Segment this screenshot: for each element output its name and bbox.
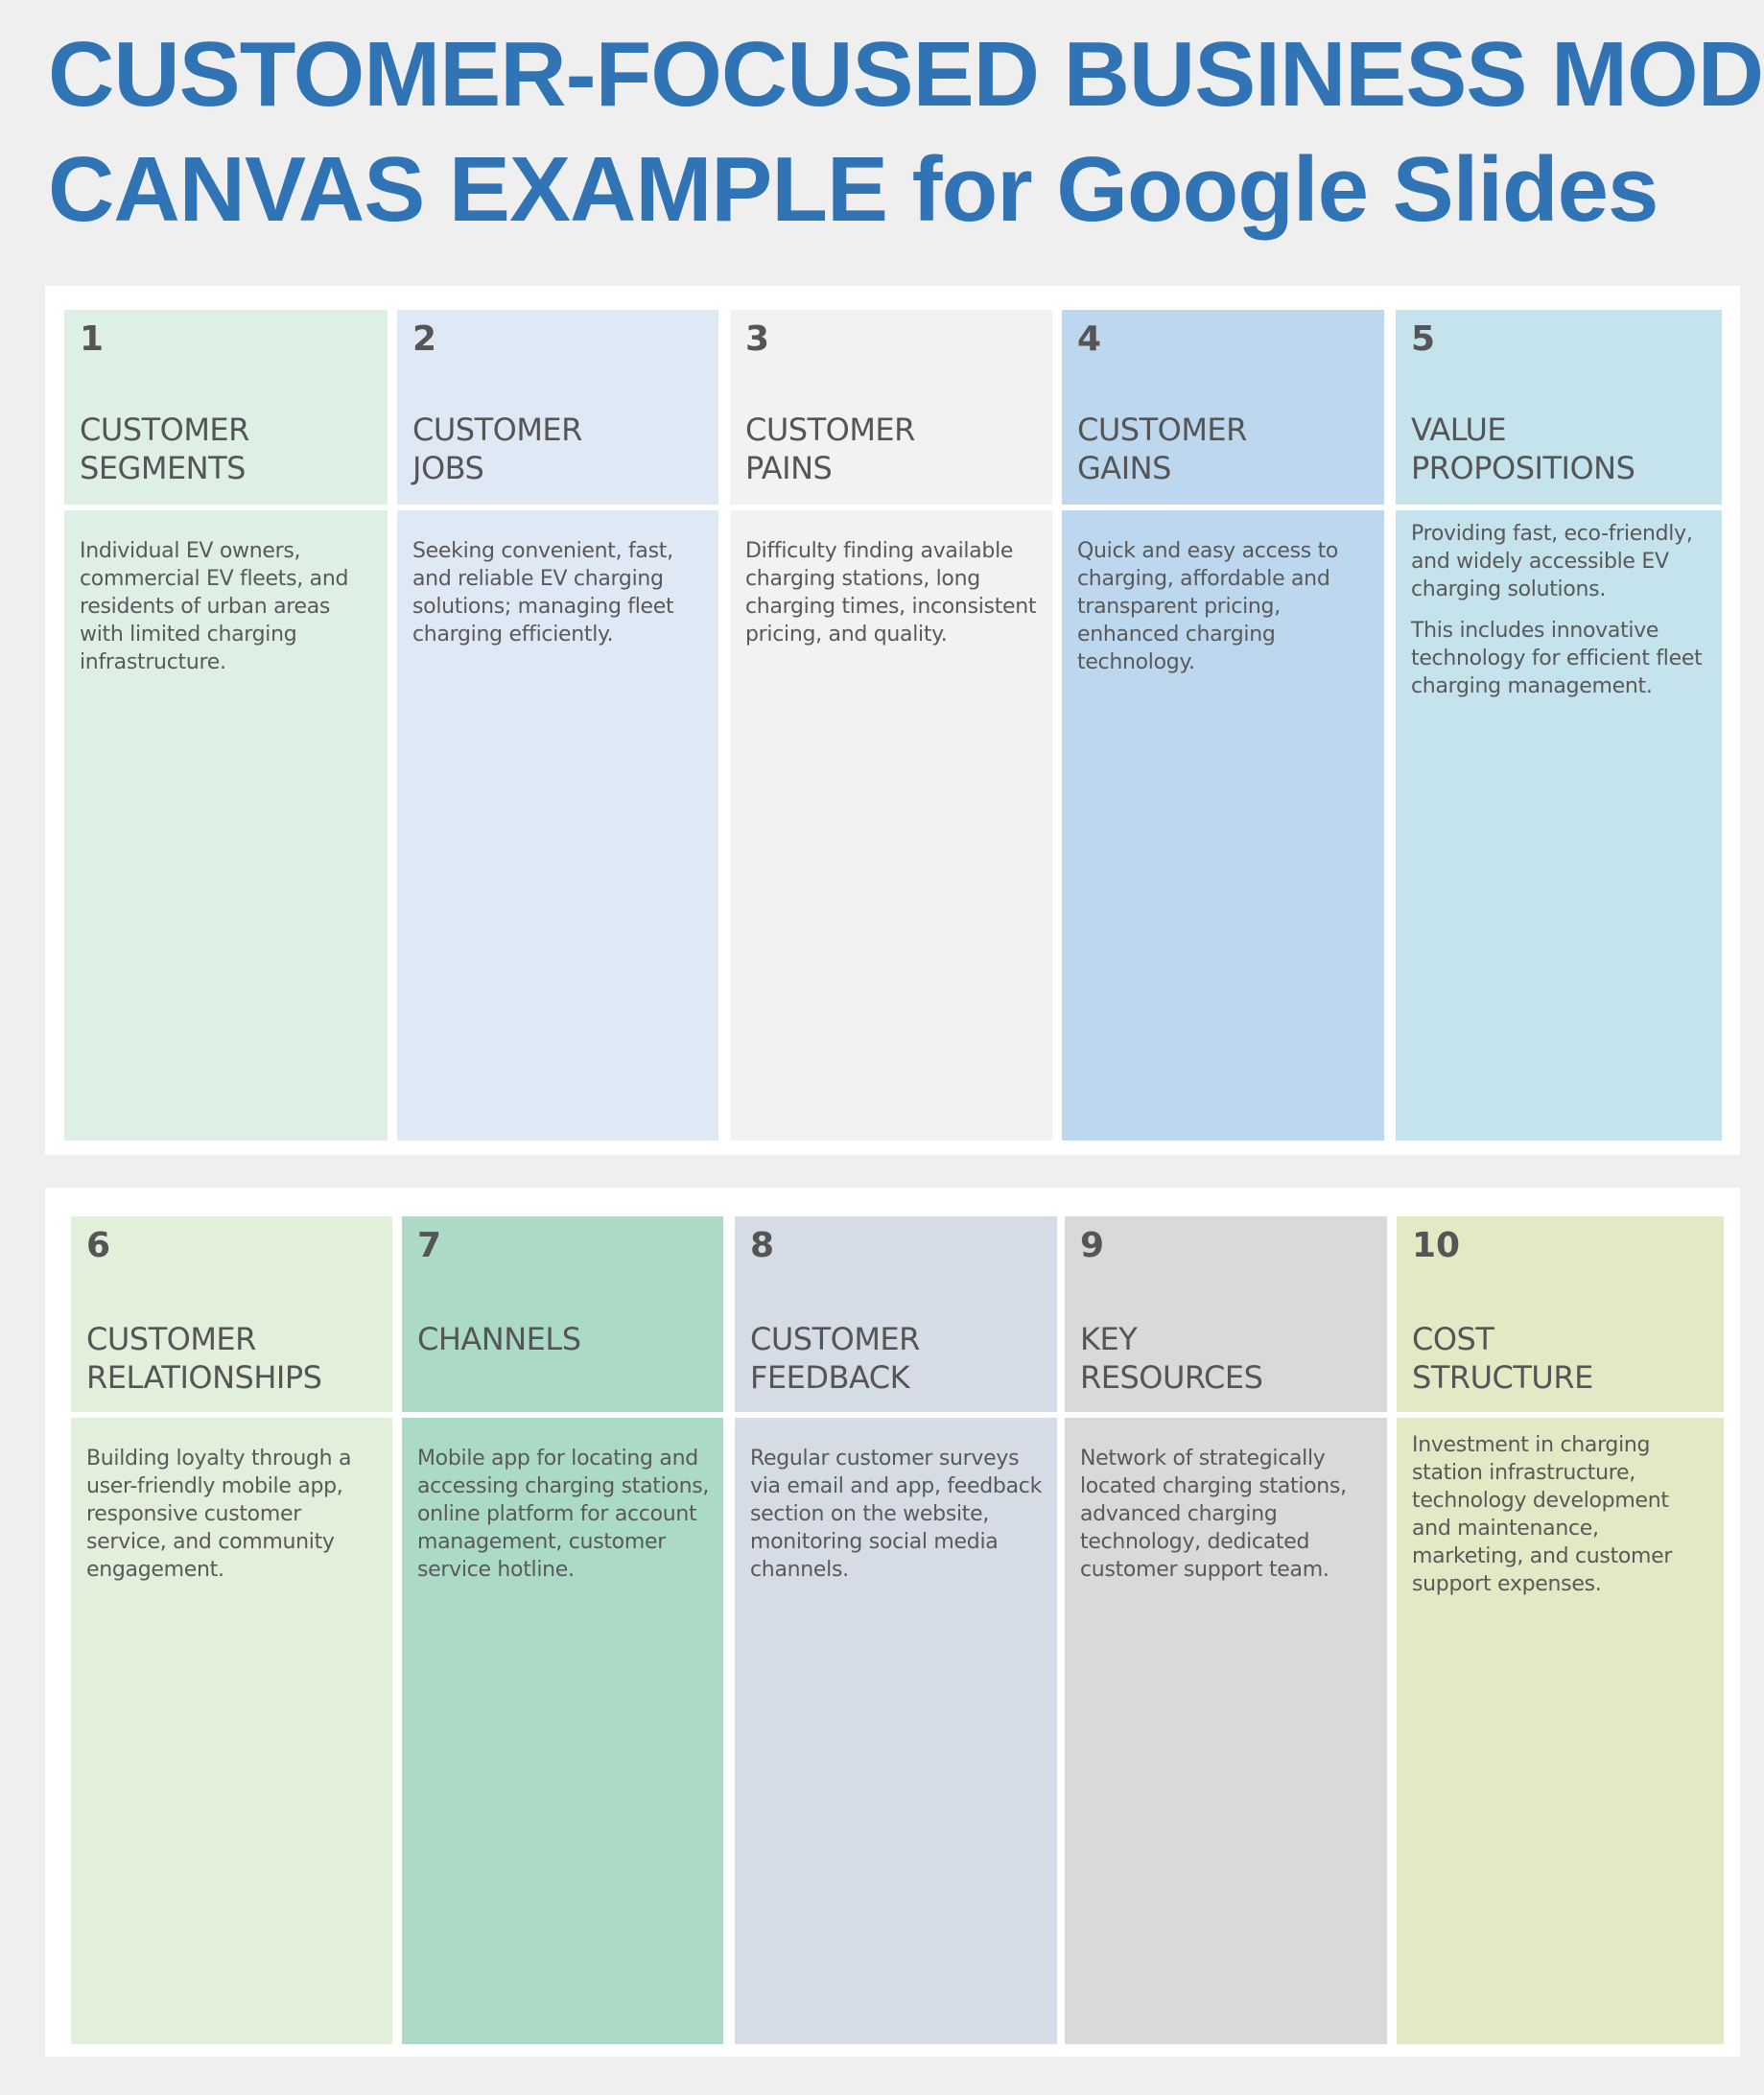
canvas-block-customer-pains: 3 CUSTOMER PAINS Difficulty finding availab… [730, 310, 1052, 1141]
block-title-line: CUSTOMER [750, 1321, 920, 1357]
block-body: Difficulty finding available charging st… [730, 510, 1052, 1141]
block-title-line [417, 1358, 581, 1397]
block-number: 4 [1077, 319, 1102, 359]
block-title-line: CUSTOMER [412, 412, 582, 448]
block-title: CUSTOMER PAINS [745, 411, 915, 487]
block-title-line: CUSTOMER [86, 1321, 256, 1357]
page-title-line-2: CANVAS EXAMPLE for Google Slides [48, 138, 1658, 241]
block-title-line: STRUCTURE [1412, 1359, 1593, 1396]
block-description-paragraph: This includes innovative technology for … [1411, 619, 1703, 698]
block-header: 3 CUSTOMER PAINS [730, 310, 1052, 505]
block-title-line: JOBS [412, 450, 484, 486]
block-description: Individual EV owners, commercial EV flee… [80, 537, 376, 690]
block-number: 3 [745, 319, 770, 359]
block-description-paragraph: Network of strategically located chargin… [1080, 1447, 1347, 1582]
canvas-block-customer-gains: 4 CUSTOMER GAINS Quick and easy access to c… [1062, 310, 1384, 1141]
block-title-line: RESOURCES [1080, 1359, 1263, 1396]
block-title: KEY RESOURCES [1080, 1320, 1263, 1397]
block-title-line: VALUE [1411, 412, 1507, 448]
block-number: 8 [750, 1226, 775, 1265]
canvas-block-customer-jobs: 2 CUSTOMER JOBS Seeking convenient, fast, a… [397, 310, 718, 1141]
block-title-line: CHANNELS [417, 1321, 581, 1357]
block-title: CUSTOMER GAINS [1077, 411, 1247, 487]
block-title: COST STRUCTURE [1412, 1320, 1593, 1397]
block-description-paragraph: Regular customer surveys via email and a… [750, 1447, 1043, 1582]
block-title: CUSTOMER JOBS [412, 411, 582, 487]
canvas-block-value-propositions: 5 VALUE PROPOSITIONS Providing fast, eco-fr… [1396, 310, 1722, 1141]
block-number: 1 [80, 319, 105, 359]
block-body: Regular customer surveys via email and a… [735, 1418, 1057, 2044]
block-title-line: GAINS [1077, 450, 1171, 486]
block-number: 5 [1411, 319, 1436, 359]
block-title: VALUE PROPOSITIONS [1411, 411, 1635, 487]
canvas-block-channels: 7 CHANNELS Mobile app for locating and ac… [402, 1216, 723, 2044]
block-title-line: PAINS [745, 450, 833, 486]
block-description: Investment in charging station infrastru… [1412, 1431, 1712, 1612]
block-header: 8 CUSTOMER FEEDBACK [735, 1216, 1057, 1412]
block-header: 7 CHANNELS [402, 1216, 723, 1412]
block-body: Investment in charging station infrastru… [1397, 1418, 1724, 2044]
block-description-paragraph: Difficulty finding available charging st… [745, 539, 1037, 647]
block-description-paragraph: Providing fast, eco-friendly, and widely… [1411, 522, 1693, 601]
canvas-block-customer-segments: 1 CUSTOMER SEGMENTS Individual EV owners, c… [64, 310, 388, 1141]
block-title: CHANNELS [417, 1320, 581, 1397]
block-description-paragraph: Investment in charging station infrastru… [1412, 1433, 1673, 1596]
block-body: Network of strategically located chargin… [1065, 1418, 1387, 2044]
block-number: 7 [417, 1226, 442, 1265]
block-body: Providing fast, eco-friendly, and widely… [1396, 510, 1722, 1141]
block-body: Mobile app for locating and accessing ch… [402, 1418, 723, 2044]
block-title-line: PROPOSITIONS [1411, 450, 1635, 486]
block-title-line: COST [1412, 1321, 1494, 1357]
block-description-paragraph: Building loyalty through a user-friendly… [86, 1447, 352, 1582]
block-body: Quick and easy access to charging, affor… [1062, 510, 1384, 1141]
block-body: Individual EV owners, commercial EV flee… [64, 510, 388, 1141]
block-header: 6 CUSTOMER RELATIONSHIPS [71, 1216, 392, 1412]
block-description: Providing fast, eco-friendly, and widely… [1411, 520, 1710, 714]
block-title-line: SEGMENTS [80, 450, 246, 486]
block-title: CUSTOMER SEGMENTS [80, 411, 249, 487]
block-header: 9 KEY RESOURCES [1065, 1216, 1387, 1412]
canvas-block-cost-structure: 10 COST STRUCTURE Investment in charging st… [1397, 1216, 1724, 2044]
block-description: Network of strategically located chargin… [1080, 1445, 1376, 1597]
block-description-paragraph: Individual EV owners, commercial EV flee… [80, 539, 349, 674]
block-description: Quick and easy access to charging, affor… [1077, 537, 1373, 690]
block-body: Seeking convenient, fast, and reliable E… [397, 510, 718, 1141]
block-header: 10 COST STRUCTURE [1397, 1216, 1724, 1412]
block-description-paragraph: Seeking convenient, fast, and reliable E… [412, 539, 674, 647]
canvas-block-customer-feedback: 8 CUSTOMER FEEDBACK Regular customer survey… [735, 1216, 1057, 2044]
block-header: 4 CUSTOMER GAINS [1062, 310, 1384, 505]
block-title-line: RELATIONSHIPS [86, 1359, 322, 1396]
block-number: 9 [1080, 1226, 1105, 1265]
block-description: Seeking convenient, fast, and reliable E… [412, 537, 707, 662]
block-title-line: CUSTOMER [80, 412, 249, 448]
block-number: 6 [86, 1226, 111, 1265]
block-description: Regular customer surveys via email and a… [750, 1445, 1046, 1597]
block-description: Mobile app for locating and accessing ch… [417, 1445, 712, 1597]
block-number: 10 [1412, 1226, 1461, 1265]
block-description: Difficulty finding available charging st… [745, 537, 1041, 662]
block-header: 5 VALUE PROPOSITIONS [1396, 310, 1722, 505]
block-description-paragraph: Mobile app for locating and accessing ch… [417, 1447, 710, 1582]
block-title: CUSTOMER FEEDBACK [750, 1320, 920, 1397]
block-body: Building loyalty through a user-friendly… [71, 1418, 392, 2044]
block-title-line: CUSTOMER [1077, 412, 1247, 448]
block-header: 2 CUSTOMER JOBS [397, 310, 718, 505]
block-header: 1 CUSTOMER SEGMENTS [64, 310, 388, 505]
block-title-line: FEEDBACK [750, 1359, 910, 1396]
page-title-line-1: CUSTOMER-FOCUSED BUSINESS MODEL [48, 23, 1764, 126]
block-description: Building loyalty through a user-friendly… [86, 1445, 381, 1597]
canvas-block-customer-relationships: 6 CUSTOMER RELATIONSHIPS Building loyalty t… [71, 1216, 392, 2044]
block-title-line: CUSTOMER [745, 412, 915, 448]
block-description-paragraph: Quick and easy access to charging, affor… [1077, 539, 1339, 674]
canvas-block-key-resources: 9 KEY RESOURCES Network of strategically lo… [1065, 1216, 1387, 2044]
block-title: CUSTOMER RELATIONSHIPS [86, 1320, 322, 1397]
block-title-line: KEY [1080, 1321, 1138, 1357]
block-number: 2 [412, 319, 437, 359]
